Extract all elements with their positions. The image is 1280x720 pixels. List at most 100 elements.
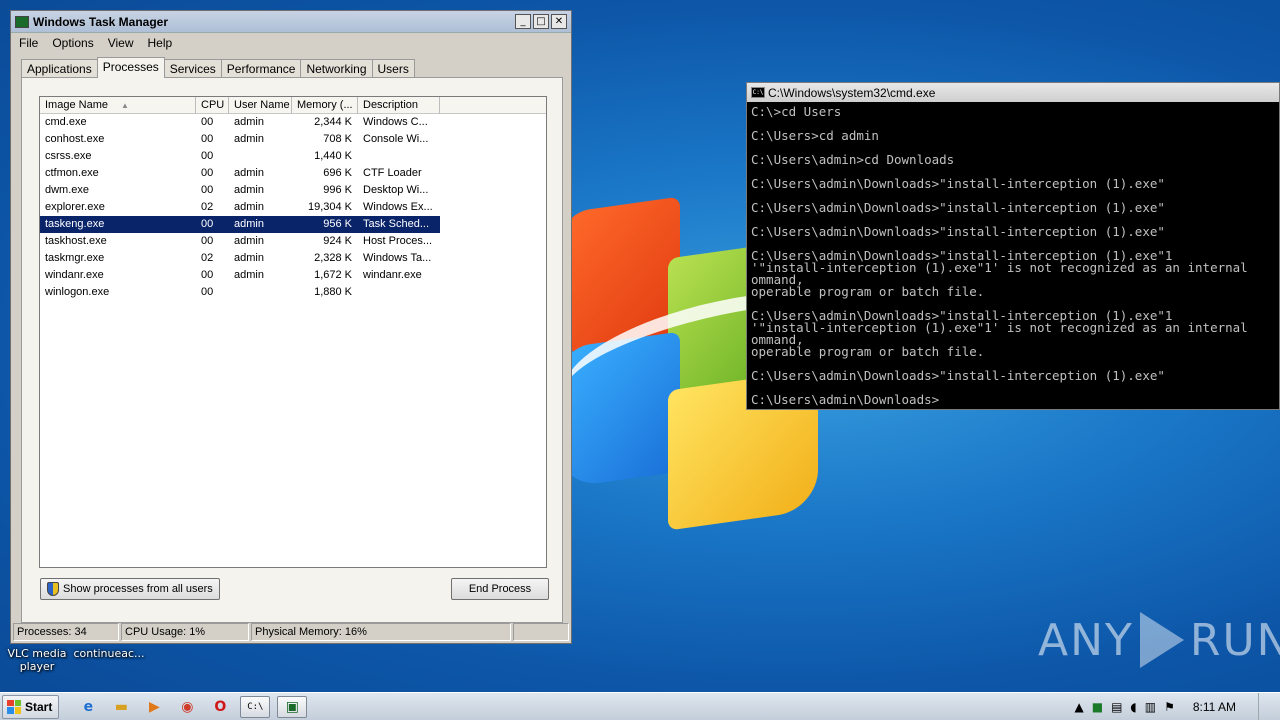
minimize-button[interactable]: _ bbox=[515, 14, 531, 29]
tab-applications[interactable]: Applications bbox=[21, 59, 98, 78]
console-line: C:\>cd Users bbox=[751, 104, 842, 119]
ie-icon[interactable]: e bbox=[75, 696, 101, 718]
process-name: ctfmon.exe bbox=[45, 167, 99, 179]
process-description: Console Wi... bbox=[363, 133, 429, 145]
table-row[interactable]: conhost.exe 00 admin 708 K Console Wi... bbox=[40, 131, 546, 148]
process-name: taskhost.exe bbox=[45, 235, 107, 247]
column-user-name[interactable]: User Name bbox=[229, 97, 292, 114]
table-row[interactable]: ctfmon.exe 00 admin 696 K CTF Loader bbox=[40, 165, 546, 182]
cmd-icon: C:\ bbox=[751, 87, 765, 98]
process-memory: 2,328 K bbox=[314, 252, 352, 264]
cmd-window[interactable]: C:\ C:\Windows\system32\cmd.exe C:\>cd U… bbox=[746, 82, 1280, 410]
tab-processes[interactable]: Processes bbox=[96, 57, 165, 78]
table-row[interactable]: taskmgr.exe 02 admin 2,328 K Windows Ta... bbox=[40, 250, 546, 267]
table-row[interactable]: taskeng.exe 00 admin 956 K Task Sched... bbox=[40, 216, 546, 233]
process-memory: 996 K bbox=[323, 184, 352, 196]
start-button[interactable]: Start bbox=[2, 694, 60, 719]
tab-users[interactable]: Users bbox=[371, 59, 415, 78]
status-bar: Processes: 34 CPU Usage: 1% Physical Mem… bbox=[11, 621, 571, 643]
process-user bbox=[229, 148, 292, 165]
column-cpu[interactable]: CPU bbox=[196, 97, 229, 114]
taskbar: Start e ▬ ▶ ◉ O C:\ ▣ ▲ ■ ▤ ◖ ▥ ⚑ 8:11 A… bbox=[0, 692, 1280, 720]
tab-networking[interactable]: Networking bbox=[300, 59, 373, 78]
close-button[interactable]: ✕ bbox=[551, 14, 567, 29]
process-name: csrss.exe bbox=[45, 150, 92, 162]
tray-security-icon[interactable]: ▥ bbox=[1145, 700, 1156, 714]
console-line: C:\Users\admin\Downloads>"install-interc… bbox=[751, 176, 1165, 191]
table-row[interactable]: csrss.exe 00 1,440 K bbox=[40, 148, 546, 165]
process-memory: 708 K bbox=[323, 133, 352, 145]
process-user: admin bbox=[234, 184, 264, 196]
status-memory: Physical Memory: 16% bbox=[251, 623, 511, 641]
process-rows: cmd.exe 00 admin 2,344 K Windows C... conhost… bbox=[40, 114, 546, 301]
tab-strip: Applications Processes Services Performa… bbox=[21, 57, 415, 78]
process-cpu: 00 bbox=[201, 150, 214, 162]
process-user: admin bbox=[234, 269, 264, 281]
table-row[interactable]: winlogon.exe 00 1,880 K bbox=[40, 284, 546, 301]
end-process-button[interactable]: End Process bbox=[451, 578, 549, 600]
process-user: admin bbox=[234, 235, 264, 247]
tray-network-icon[interactable]: ▤ bbox=[1111, 700, 1122, 714]
clock[interactable]: 8:11 AM bbox=[1193, 700, 1236, 714]
opera-icon[interactable]: O bbox=[207, 696, 233, 718]
console-output[interactable]: C:\>cd Users C:\Users>cd admin C:\Users\ad… bbox=[747, 102, 1279, 407]
cmd-title-bar[interactable]: C:\ C:\Windows\system32\cmd.exe bbox=[747, 83, 1279, 102]
desktop-icon-label: VLC media player bbox=[7, 647, 67, 673]
process-user: admin bbox=[234, 252, 264, 264]
process-memory: 2,344 K bbox=[314, 116, 352, 128]
maximize-button[interactable]: □ bbox=[533, 14, 549, 29]
desktop-icon-continueac[interactable]: continueac... bbox=[72, 647, 146, 660]
window-title: Windows Task Manager bbox=[33, 14, 169, 29]
menu-options[interactable]: Options bbox=[52, 36, 93, 50]
media-player-icon[interactable]: ▶ bbox=[141, 696, 167, 718]
tray-flag-icon[interactable]: ⚑ bbox=[1164, 700, 1175, 714]
table-row[interactable]: explorer.exe 02 admin 19,304 K Windows Ex... bbox=[40, 199, 546, 216]
task-manager-window[interactable]: Windows Task Manager _ □ ✕ File Options … bbox=[10, 10, 572, 644]
process-name: taskeng.exe bbox=[40, 216, 196, 233]
size-grip[interactable] bbox=[513, 623, 569, 641]
table-row[interactable]: cmd.exe 00 admin 2,344 K Windows C... bbox=[40, 114, 546, 131]
taskmgr-taskbar-icon[interactable]: ▣ bbox=[277, 695, 308, 718]
console-line: '"install-interception (1).exe"1' is not… bbox=[751, 320, 1248, 335]
process-cpu: 02 bbox=[201, 252, 214, 264]
system-tray: ▲ ■ ▤ ◖ ▥ ⚑ 8:11 AM bbox=[1075, 693, 1280, 720]
process-user: admin bbox=[234, 201, 264, 213]
tab-services[interactable]: Services bbox=[163, 59, 222, 78]
cmd-taskbar-icon[interactable]: C:\ bbox=[240, 695, 271, 718]
process-list[interactable]: Image Name ▲ CPU User Name Memory (... D… bbox=[39, 96, 547, 568]
process-name: conhost.exe bbox=[45, 133, 105, 145]
console-line: C:\Users\admin\Downloads> bbox=[751, 392, 940, 407]
table-row[interactable]: dwm.exe 00 admin 996 K Desktop Wi... bbox=[40, 182, 546, 199]
column-memory[interactable]: Memory (... bbox=[292, 97, 358, 114]
chrome-icon[interactable]: ◉ bbox=[174, 696, 200, 718]
title-bar[interactable]: Windows Task Manager _ □ ✕ bbox=[11, 11, 571, 33]
process-memory: 1,440 K bbox=[314, 150, 352, 162]
process-memory: 696 K bbox=[323, 167, 352, 179]
table-row[interactable]: windanr.exe 00 admin 1,672 K windanr.exe bbox=[40, 267, 546, 284]
tray-expand-icon[interactable]: ▲ bbox=[1075, 700, 1084, 714]
show-desktop-button[interactable] bbox=[1258, 693, 1270, 720]
process-user bbox=[229, 284, 292, 301]
tray-volume-icon[interactable]: ◖ bbox=[1130, 700, 1136, 714]
play-icon bbox=[1139, 612, 1184, 668]
process-name: dwm.exe bbox=[45, 184, 90, 196]
column-image-name[interactable]: Image Name ▲ bbox=[40, 97, 196, 114]
folder-icon[interactable]: ▬ bbox=[108, 696, 134, 718]
desktop-icon-vlc[interactable]: VLC media player bbox=[0, 647, 74, 673]
console-line: C:\Users\admin>cd Downloads bbox=[751, 152, 955, 167]
column-label: Image Name bbox=[45, 99, 108, 111]
process-memory: 19,304 K bbox=[307, 201, 352, 213]
watermark-run: RUN bbox=[1189, 614, 1280, 666]
tray-app-icon[interactable]: ■ bbox=[1092, 700, 1103, 714]
show-all-users-button[interactable]: Show processes from all users bbox=[40, 578, 220, 600]
menu-file[interactable]: File bbox=[19, 36, 38, 50]
status-processes: Processes: 34 bbox=[13, 623, 119, 641]
process-user: admin bbox=[234, 116, 264, 128]
menu-view[interactable]: View bbox=[108, 36, 134, 50]
column-description[interactable]: Description bbox=[358, 97, 440, 114]
table-row[interactable]: taskhost.exe 00 admin 924 K Host Proces... bbox=[40, 233, 546, 250]
console-line: operable program or batch file. bbox=[751, 284, 985, 299]
desktop-icon-label: continueac... bbox=[73, 647, 145, 660]
menu-help[interactable]: Help bbox=[148, 36, 173, 50]
tab-performance[interactable]: Performance bbox=[220, 59, 302, 78]
